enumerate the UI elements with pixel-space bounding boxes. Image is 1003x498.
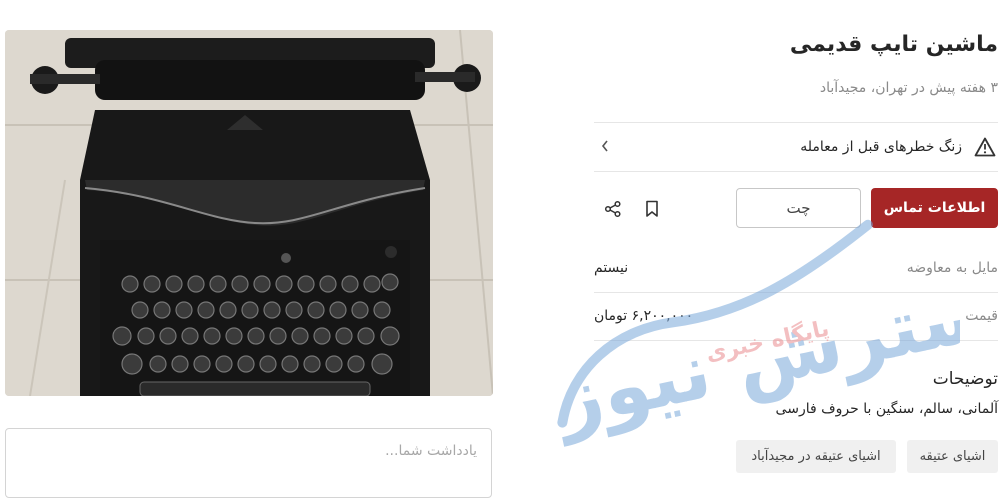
attribute-key: مایل به معاوضه bbox=[906, 260, 998, 276]
listing-subtitle: ۳ هفته پیش در تهران، مجیدآباد bbox=[819, 80, 998, 96]
attribute-value: نیستم bbox=[594, 260, 629, 276]
chevron-left-icon bbox=[600, 138, 610, 157]
attribute-row-swap: مایل به معاوضه نیستم bbox=[594, 245, 998, 291]
divider bbox=[594, 340, 998, 341]
warning-icon bbox=[972, 134, 998, 160]
tag-chip[interactable]: اشیای عتیقه در مجیدآباد bbox=[736, 440, 896, 473]
description-text: آلمانی، سالم، سنگین با حروف فارسی bbox=[775, 401, 998, 417]
tag-chip[interactable]: اشیای عتیقه bbox=[907, 440, 998, 473]
divider bbox=[594, 171, 998, 172]
attribute-key: قیمت bbox=[965, 308, 998, 324]
price-value: ۶,۲۰۰,۰۰۰ تومان bbox=[594, 308, 694, 324]
note-box[interactable] bbox=[5, 428, 492, 498]
page-title: ماشین تایپ قدیمی bbox=[789, 32, 998, 57]
typewriter-photo bbox=[5, 30, 493, 396]
description-title: توضیحات bbox=[932, 369, 998, 389]
attribute-row-price: قیمت ۶,۲۰۰,۰۰۰ تومان bbox=[594, 293, 998, 339]
contact-info-button[interactable]: اطلاعات تماس bbox=[871, 188, 998, 228]
note-input[interactable] bbox=[20, 443, 477, 483]
divider bbox=[594, 122, 998, 123]
share-icon[interactable] bbox=[600, 196, 626, 222]
bookmark-icon[interactable] bbox=[639, 196, 665, 222]
risk-banner[interactable]: زنگ خطرهای قبل از معامله bbox=[594, 124, 998, 170]
listing-photo[interactable] bbox=[5, 30, 493, 396]
listing-details: ماشین تایپ قدیمی ۳ هفته پیش در تهران، مج… bbox=[594, 0, 998, 491]
chat-button[interactable]: چت bbox=[736, 188, 861, 228]
risk-banner-label: زنگ خطرهای قبل از معامله bbox=[800, 139, 962, 155]
